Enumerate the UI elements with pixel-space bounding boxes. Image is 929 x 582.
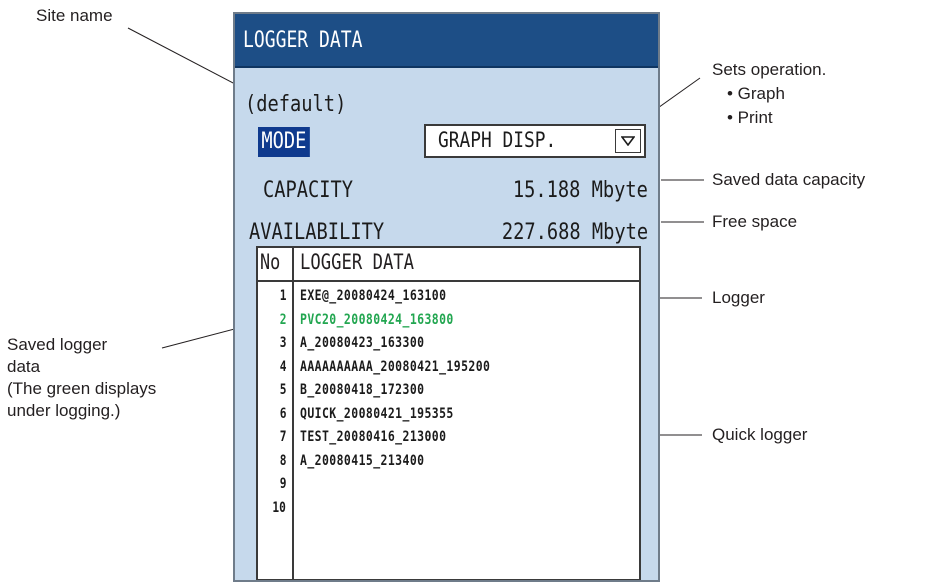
row-number: 1 xyxy=(279,288,286,304)
row-logger-name: AAAAAAAAAA_20080421_195200 xyxy=(300,358,491,375)
capacity-value: 15.188 Mbyte xyxy=(512,178,648,203)
list-item[interactable]: 3 A_20080423_163300 xyxy=(258,333,639,357)
row-number: 10 xyxy=(272,499,286,516)
column-header-logger-data: LOGGER DATA xyxy=(300,250,415,274)
row-logger-name: EXE@_20080424_163100 xyxy=(300,288,447,304)
panel-title: LOGGER DATA xyxy=(243,28,363,53)
callout-saved-logger-line2: data xyxy=(7,357,41,376)
logger-data-panel: LOGGER DATA (default) MODE GRAPH DISP. C… xyxy=(233,12,660,582)
callout-saved-capacity: Saved data capacity xyxy=(712,170,866,189)
logger-data-list[interactable]: No LOGGER DATA 1 EXE@_20080424_163100 2 PV… xyxy=(256,246,641,580)
mode-dropdown-button[interactable] xyxy=(615,129,641,153)
row-number: 9 xyxy=(279,476,286,492)
availability-value: 227.688 Mbyte xyxy=(501,220,648,245)
row-number: 3 xyxy=(279,335,286,351)
row-number: 5 xyxy=(279,382,286,398)
mode-select-value: GRAPH DISP. xyxy=(438,128,557,152)
callout-print: • Print xyxy=(727,108,773,127)
site-name: (default) xyxy=(245,92,347,117)
list-item-logging[interactable]: 2 PVC20_20080424_163800 xyxy=(258,310,639,334)
mode-label[interactable]: MODE xyxy=(258,127,310,157)
list-item[interactable]: 1 EXE@_20080424_163100 xyxy=(258,286,639,310)
list-item[interactable]: 6 QUICK_20080421_195355 xyxy=(258,404,639,428)
row-number: 8 xyxy=(279,452,286,469)
list-item[interactable]: 8 A_20080415_213400 xyxy=(258,451,639,475)
callout-free-space: Free space xyxy=(712,212,798,231)
callout-saved-logger-line4: under logging.) xyxy=(7,401,121,420)
row-number: 4 xyxy=(279,358,286,375)
list-item[interactable]: 10 xyxy=(258,498,639,522)
chevron-down-icon xyxy=(621,136,635,146)
callout-site-name: Site name xyxy=(36,6,113,25)
row-logger-name: B_20080418_172300 xyxy=(300,382,425,398)
callout-graph: • Graph xyxy=(727,84,785,103)
row-logger-name: A_20080415_213400 xyxy=(300,452,425,469)
list-rows: 1 EXE@_20080424_163100 2 PVC20_20080424_16… xyxy=(258,286,639,521)
panel-title-bar: LOGGER DATA xyxy=(235,14,658,68)
callout-saved-logger-line1: Saved logger xyxy=(7,335,108,354)
row-number: 2 xyxy=(279,311,286,328)
row-logger-name: TEST_20080416_213000 xyxy=(300,429,447,445)
row-number: 6 xyxy=(279,405,286,422)
column-header-no: No xyxy=(260,250,281,274)
list-item[interactable]: 9 xyxy=(258,474,639,498)
callout-quick-logger: Quick logger xyxy=(712,425,808,444)
list-item[interactable]: 7 TEST_20080416_213000 xyxy=(258,427,639,451)
list-item[interactable]: 5 B_20080418_172300 xyxy=(258,380,639,404)
callout-logger: Logger xyxy=(712,288,765,307)
capacity-label: CAPACITY xyxy=(263,178,354,203)
callout-sets-operation: Sets operation. xyxy=(712,60,827,79)
row-logger-name: A_20080423_163300 xyxy=(300,335,425,351)
row-logger-name: PVC20_20080424_163800 xyxy=(300,311,454,328)
list-header: No LOGGER DATA xyxy=(258,248,639,282)
row-logger-name: QUICK_20080421_195355 xyxy=(300,405,454,422)
availability-label: AVAILABILITY xyxy=(249,220,385,245)
callout-saved-logger-line3: (The green displays xyxy=(7,379,157,398)
row-number: 7 xyxy=(279,429,286,445)
list-item[interactable]: 4 AAAAAAAAAA_20080421_195200 xyxy=(258,357,639,381)
mode-select[interactable]: GRAPH DISP. xyxy=(424,124,646,158)
